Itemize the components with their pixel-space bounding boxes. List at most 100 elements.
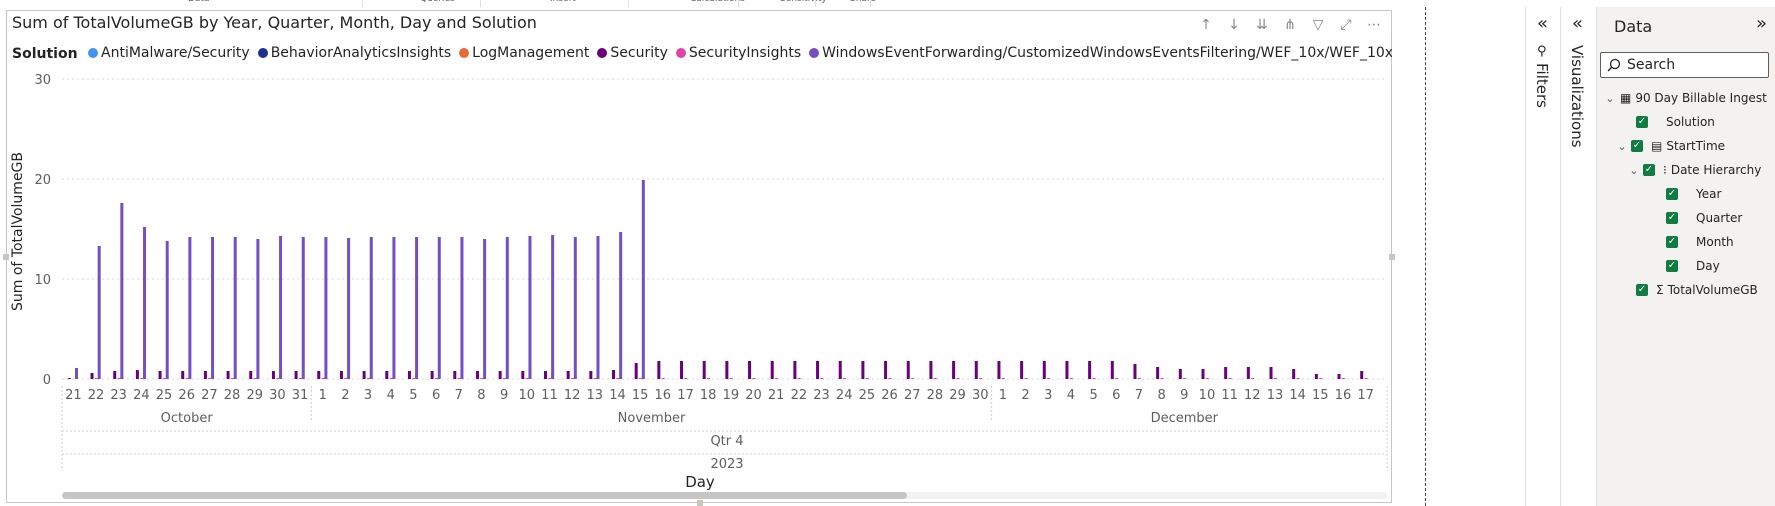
horizontal-scrollbar[interactable] — [62, 492, 1387, 499]
bar — [75, 368, 79, 379]
bar — [415, 237, 419, 379]
field-item-90-day-billable-ingest[interactable]: ⌄ ▦ 90 Day Billable Ingest — [1604, 88, 1766, 108]
x-tick-label: 10 — [1199, 388, 1216, 403]
checkbox-checked-icon[interactable]: ✓ — [1643, 164, 1655, 176]
bar — [94, 378, 98, 379]
search-input[interactable]: Search — [1600, 52, 1769, 78]
field-item-month[interactable]: ✓ Month — [1663, 232, 1734, 252]
x-tick-label: 23 — [110, 388, 127, 403]
x-tick-label: 11 — [1221, 388, 1238, 403]
resize-handle-bottom[interactable] — [697, 500, 703, 506]
clustered-column-visual[interactable]: Sum of TotalVolumeGB by Year, Quarter, M… — [3, 10, 1395, 506]
x-tick-label: 19 — [723, 388, 740, 403]
bar — [571, 378, 575, 379]
collapse-filters-icon[interactable]: « — [1537, 13, 1548, 34]
x-tick-label: 27 — [904, 388, 921, 403]
x-tick-label: 22 — [791, 388, 808, 403]
bar — [548, 378, 552, 379]
bar — [1224, 367, 1228, 379]
expand-data-pane-icon[interactable]: » — [1756, 13, 1767, 34]
field-item-year[interactable]: ✓ Year — [1663, 184, 1721, 204]
report-canvas: Sum of TotalVolumeGB by Year, Quarter, M… — [0, 7, 1525, 506]
bar — [1047, 378, 1051, 379]
visualizations-pane-label[interactable]: Visualizations — [1568, 45, 1586, 148]
field-item-quarter[interactable]: ✓ Quarter — [1663, 208, 1742, 228]
search-placeholder: Search — [1627, 57, 1676, 73]
x-tick-label: 17 — [677, 388, 694, 403]
chevron-down-icon[interactable]: ⌄ — [1616, 140, 1628, 153]
x-tick-label: 17 — [1357, 388, 1374, 403]
filter-icon: ⚲ — [1537, 44, 1547, 59]
bar — [593, 378, 597, 379]
chevron-down-icon[interactable]: ⌄ — [1604, 92, 1616, 105]
filters-pane-label[interactable]: Filters — [1533, 63, 1551, 108]
bar — [596, 236, 600, 379]
table-icon: ▦ — [1620, 91, 1632, 105]
checkbox-checked-icon[interactable]: ✓ — [1631, 140, 1643, 152]
bar — [657, 361, 661, 379]
bar — [1337, 374, 1341, 379]
bar — [165, 241, 169, 379]
y-tick-label: 20 — [34, 173, 51, 188]
bar — [505, 237, 509, 379]
bar — [457, 378, 461, 379]
ribbon-separator — [480, 0, 481, 7]
bar — [770, 361, 774, 379]
chevron-down-icon[interactable]: ⌄ — [1628, 164, 1640, 177]
collapse-visualizations-icon[interactable]: « — [1572, 13, 1583, 34]
bar — [1024, 378, 1028, 379]
bar — [1292, 369, 1296, 379]
field-item-day[interactable]: ✓ Day — [1663, 256, 1720, 276]
checkbox-checked-icon[interactable]: ✓ — [1636, 284, 1648, 296]
bar — [865, 378, 869, 379]
bar — [301, 237, 305, 379]
bar — [389, 378, 393, 379]
field-item-totalvolumegb[interactable]: ✓ Σ TotalVolumeGB — [1633, 280, 1758, 300]
ribbon-group-label: Data — [188, 0, 210, 4]
bar — [619, 232, 623, 379]
bar — [521, 371, 525, 379]
bar — [1183, 378, 1187, 379]
x-tick-label: 13 — [587, 388, 604, 403]
checkbox-checked-icon[interactable]: ✓ — [1636, 116, 1648, 128]
data-pane-title: Data — [1614, 17, 1653, 36]
bar — [1201, 369, 1205, 379]
checkbox-checked-icon[interactable]: ✓ — [1666, 212, 1678, 224]
resize-handle-right[interactable] — [1389, 254, 1395, 260]
year-label: 2023 — [710, 457, 743, 472]
bar — [1246, 367, 1250, 379]
x-tick-label: 10 — [519, 388, 536, 403]
bar — [392, 237, 396, 379]
x-tick-label: 6 — [432, 388, 440, 403]
checkbox-checked-icon[interactable]: ✓ — [1666, 260, 1678, 272]
x-axis-title: Day — [685, 473, 715, 491]
date-field-icon: ▤ — [1651, 139, 1663, 153]
field-item-starttime[interactable]: ⌄ ✓ ▤ StartTime — [1616, 136, 1725, 156]
bar — [1110, 361, 1114, 379]
field-item-date-hierarchy[interactable]: ⌄ ✓ ⁝ Date Hierarchy — [1628, 160, 1761, 180]
bar — [276, 378, 280, 379]
checkbox-checked-icon[interactable]: ✓ — [1666, 188, 1678, 200]
bar — [1273, 378, 1277, 379]
bar — [135, 370, 139, 379]
bar — [725, 361, 729, 379]
bar — [861, 361, 865, 379]
scrollbar-thumb[interactable] — [62, 492, 907, 499]
resize-handle-left[interactable] — [3, 254, 9, 260]
x-tick-label: 1 — [999, 388, 1007, 403]
bar — [271, 371, 275, 379]
filters-pane[interactable]: « ⚲ Filters — [1525, 7, 1560, 506]
bar — [1137, 378, 1141, 379]
bar — [181, 371, 185, 379]
visualizations-pane[interactable]: « Visualizations — [1560, 7, 1596, 506]
bar — [503, 378, 507, 379]
x-tick-label: 18 — [700, 388, 717, 403]
bar — [906, 361, 910, 379]
bar — [188, 237, 192, 379]
bar — [661, 378, 665, 379]
bar — [324, 237, 328, 379]
bar — [911, 378, 915, 379]
field-item-solution[interactable]: ✓ Solution — [1633, 112, 1715, 132]
x-tick-label: 26 — [178, 388, 195, 403]
checkbox-checked-icon[interactable]: ✓ — [1666, 236, 1678, 248]
